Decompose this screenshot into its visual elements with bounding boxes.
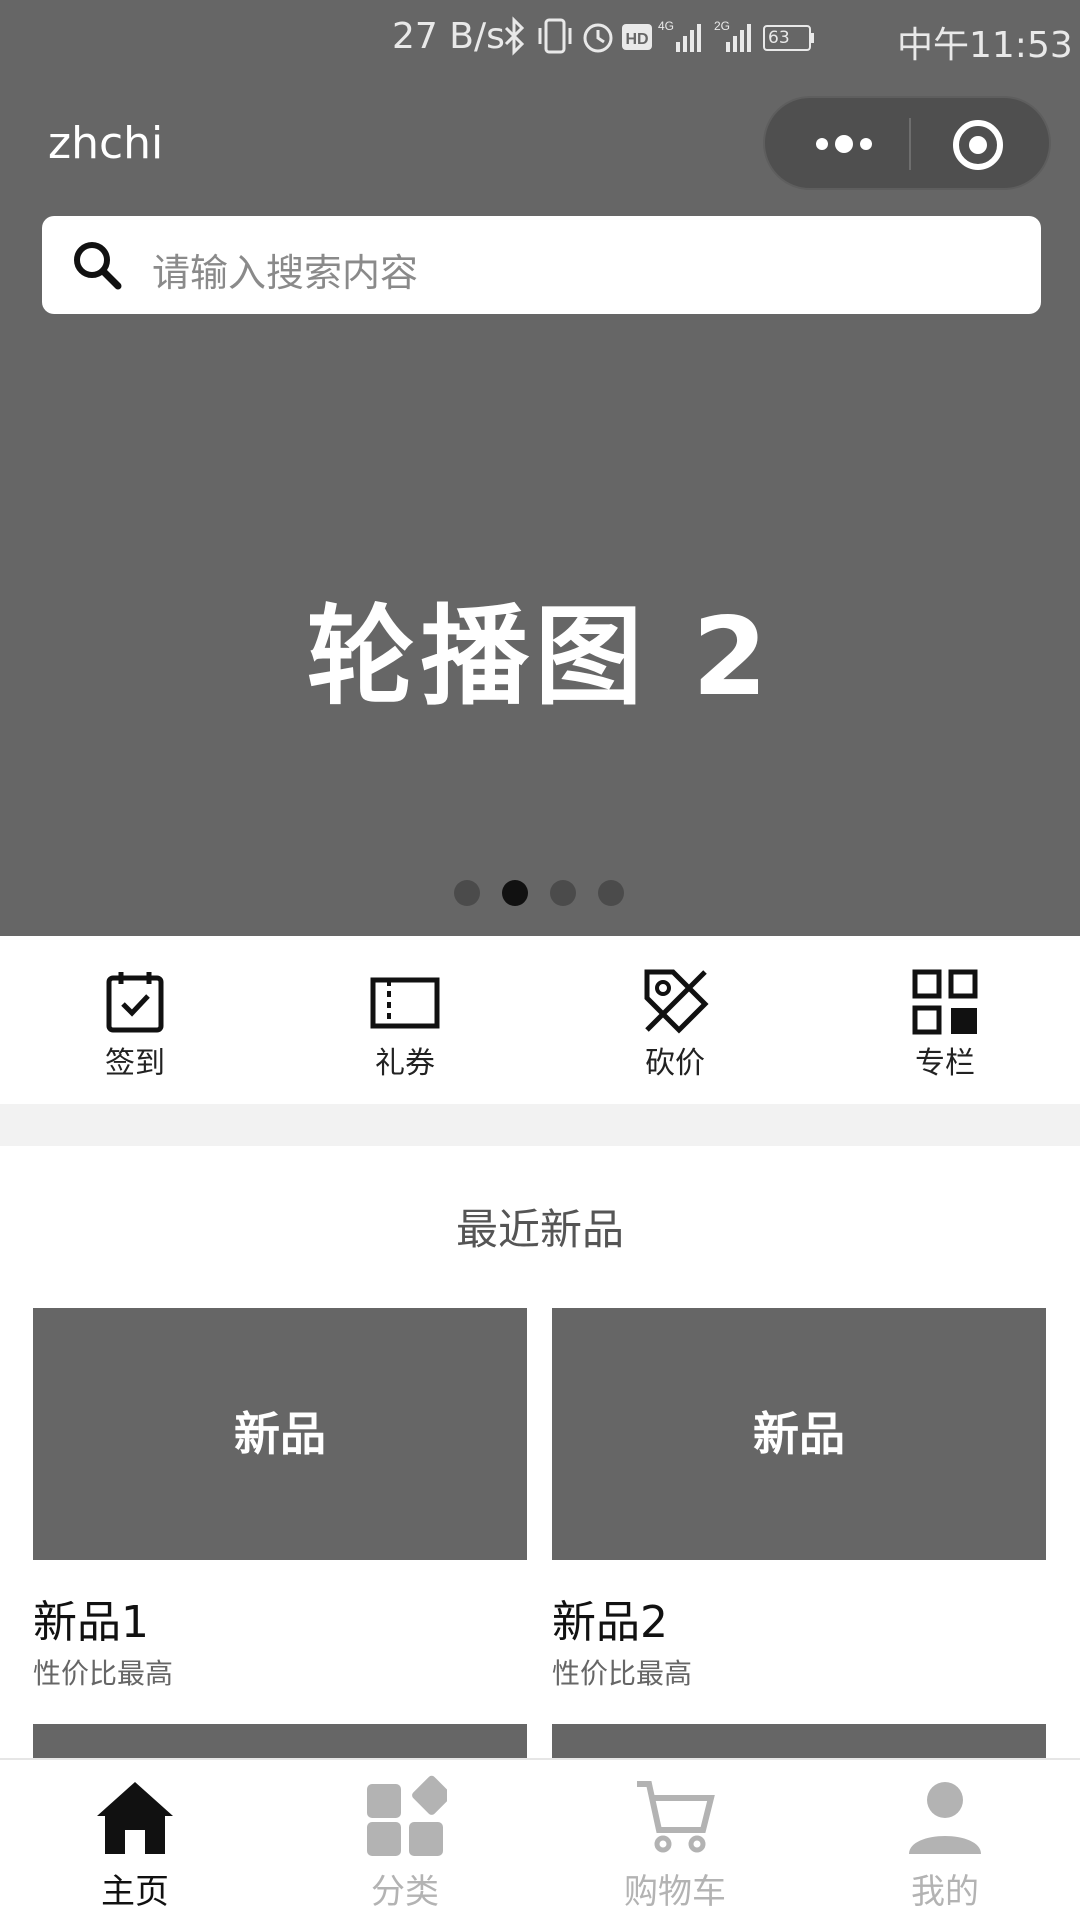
- tab-bar: 主页 分类 购物车 我的: [0, 1758, 1080, 1920]
- ticket-icon: [370, 977, 440, 1029]
- search-input[interactable]: 请输入搜索内容: [42, 216, 1041, 314]
- product-name: 新品2: [552, 1597, 668, 1648]
- quick-menu-label: 专栏: [915, 1046, 975, 1081]
- tab-category[interactable]: 分类: [270, 1760, 540, 1920]
- svg-text:2G: 2G: [714, 19, 730, 33]
- quick-menu-label: 礼券: [375, 1046, 435, 1081]
- tab-label: 分类: [371, 1872, 439, 1912]
- close-target-icon: [953, 120, 1003, 170]
- quick-menu-coupon[interactable]: 礼券: [270, 936, 540, 1104]
- close-button[interactable]: [923, 110, 1033, 180]
- quick-menu-label: 砍价: [645, 1046, 705, 1081]
- more-button[interactable]: [789, 114, 899, 174]
- price-tag-off-icon: [644, 969, 709, 1034]
- tab-label: 主页: [101, 1872, 169, 1912]
- carousel-dot[interactable]: [550, 880, 576, 906]
- status-icons: HD 4G 2G: [504, 16, 814, 56]
- calendar-check-icon: [106, 972, 164, 1033]
- mini-program-capsule: [763, 96, 1051, 190]
- svg-text:HD: HD: [625, 31, 648, 48]
- product-image-label: 新品: [234, 1407, 326, 1461]
- more-dots-icon: [816, 135, 872, 153]
- network-speed: 27 B/s: [392, 16, 505, 57]
- product-image: 新品: [552, 1308, 1046, 1560]
- search-icon: [74, 242, 122, 290]
- page-title: zhchi: [48, 118, 164, 169]
- carousel-dot[interactable]: [454, 880, 480, 906]
- carousel-slide-title: 轮播图 2: [306, 595, 774, 720]
- alarm-icon: [583, 23, 613, 53]
- clock: 中午11:53: [897, 25, 1073, 66]
- category-icon: [367, 1775, 447, 1856]
- product-card[interactable]: 新品 新品1 性价比最高: [33, 1308, 527, 1748]
- quick-menu-signin[interactable]: 签到: [0, 936, 270, 1104]
- product-name: 新品1: [33, 1597, 149, 1648]
- cart-icon: [637, 1781, 715, 1853]
- signal-2g-icon: 2G: [714, 19, 751, 52]
- home-icon: [97, 1782, 173, 1854]
- tab-label: 购物车: [624, 1872, 726, 1912]
- quick-menu-label: 签到: [105, 1046, 165, 1081]
- user-icon: [909, 1782, 981, 1854]
- product-image-label: 新品: [753, 1407, 845, 1461]
- hd-icon: HD: [622, 24, 652, 50]
- tab-profile[interactable]: 我的: [810, 1760, 1080, 1920]
- signal-4g-icon: 4G: [658, 19, 701, 52]
- carousel-indicator: [454, 880, 634, 908]
- section-title: 最近新品: [455, 1205, 624, 1254]
- vibrate-icon: [538, 18, 572, 54]
- section-divider: [0, 1104, 1080, 1146]
- quick-menu: 签到 礼券 砍价 专栏: [0, 936, 1080, 1104]
- grid-icon: [912, 969, 978, 1035]
- search-placeholder: 请输入搜索内容: [152, 251, 419, 295]
- bluetooth-icon: [504, 16, 525, 56]
- tab-home[interactable]: 主页: [0, 1760, 270, 1920]
- tab-label: 我的: [911, 1872, 979, 1912]
- capsule-divider: [909, 118, 911, 170]
- product-card[interactable]: 新品 新品2 性价比最高: [552, 1308, 1046, 1748]
- quick-menu-bargain[interactable]: 砍价: [540, 936, 810, 1104]
- product-image: 新品: [33, 1308, 527, 1560]
- product-subtitle: 性价比最高: [33, 1657, 174, 1690]
- carousel-dot[interactable]: [598, 880, 624, 906]
- carousel-dot-active[interactable]: [502, 880, 528, 906]
- quick-menu-column[interactable]: 专栏: [810, 936, 1080, 1104]
- product-subtitle: 性价比最高: [552, 1657, 693, 1690]
- svg-text:4G: 4G: [658, 19, 674, 33]
- tab-cart[interactable]: 购物车: [540, 1760, 810, 1920]
- status-bar: 27 B/s HD 4G 2G 63 中午11:53: [0, 0, 1080, 76]
- battery-level: 63: [768, 28, 790, 48]
